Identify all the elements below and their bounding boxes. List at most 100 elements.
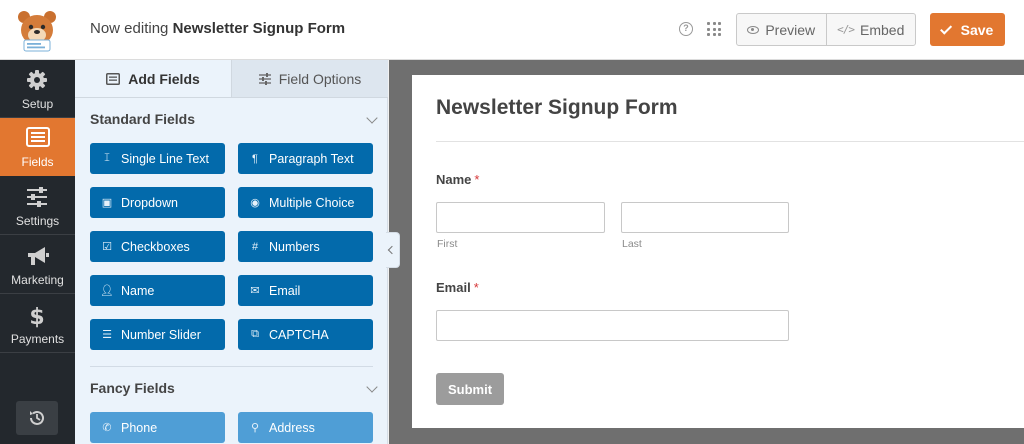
wpforms-bear-logo — [18, 11, 56, 52]
field-label: Email — [269, 283, 301, 298]
field-label: Name — [121, 283, 155, 298]
field-button-email[interactable]: ✉ Email — [238, 275, 373, 306]
nav-item-fields[interactable]: Fields — [0, 118, 75, 176]
nav-item-payments[interactable]: $ Payments — [0, 295, 75, 353]
field-label: Multiple Choice — [269, 195, 355, 210]
nav-item-settings[interactable]: Settings — [0, 177, 75, 235]
field-label: CAPTCHA — [269, 327, 329, 342]
sliders-icon — [27, 187, 47, 207]
captcha-icon: ⧉ — [251, 328, 259, 340]
fields-icon — [26, 127, 50, 147]
first-sublabel: First — [437, 238, 458, 250]
email-input[interactable] — [436, 310, 789, 341]
nav-label-payments: Payments — [10, 332, 65, 346]
field-button-captcha[interactable]: ⧉ CAPTCHA — [238, 319, 373, 350]
fancy-fields-header[interactable]: Fancy Fields — [90, 380, 378, 400]
chevron-down-icon — [366, 381, 378, 393]
submit-button[interactable]: Submit — [436, 373, 504, 405]
editing-prefix: Now editing — [90, 20, 169, 37]
top-bar: Now editing Newsletter Signup Form ? Pre… — [0, 0, 1024, 60]
hash-icon: # — [251, 240, 259, 253]
dropdown-icon: ▣ — [101, 197, 113, 209]
field-button-address[interactable]: ⚲ Address — [238, 412, 373, 443]
checkbox-icon: ☑ — [102, 241, 112, 253]
grid-icon[interactable] — [707, 22, 721, 36]
chevron-down-icon — [366, 112, 378, 124]
editing-form-name: Newsletter Signup Form — [172, 20, 346, 37]
left-nav: Setup Fields Settings Marketing $ Paymen… — [0, 60, 75, 444]
submit-label: Submit — [447, 381, 493, 397]
field-label: Paragraph Text — [269, 151, 354, 166]
field-label: Checkboxes — [121, 239, 190, 254]
sliders-icon — [258, 72, 271, 85]
tab-add-fields-label: Add Fields — [128, 70, 200, 87]
standard-fields-header[interactable]: Standard Fields — [90, 111, 378, 131]
text-cursor-icon: 𝙸 — [103, 152, 111, 164]
field-button-dropdown[interactable]: ▣ Dropdown — [90, 187, 225, 218]
last-name-input[interactable] — [621, 202, 789, 233]
preview-label: Preview — [765, 21, 816, 38]
required-mark: * — [474, 172, 480, 187]
list-icon — [106, 72, 121, 85]
field-label: Address — [269, 420, 315, 435]
code-icon: </> — [837, 23, 855, 36]
field-label: Number Slider — [121, 327, 201, 342]
field-button-number-slider[interactable]: ☰ Number Slider — [90, 319, 225, 350]
phone-icon: ✆ — [102, 422, 112, 434]
section-divider — [90, 366, 373, 367]
name-field-label[interactable]: Name * — [436, 172, 479, 187]
save-button[interactable]: Save — [930, 13, 1005, 46]
nav-label-fields: Fields — [21, 155, 54, 169]
field-button-single-line-text[interactable]: 𝙸 Single Line Text — [90, 143, 225, 174]
first-name-input[interactable] — [436, 202, 605, 233]
form-title-divider — [436, 141, 1024, 142]
tab-add-fields[interactable]: Add Fields — [75, 60, 231, 98]
field-button-phone[interactable]: ✆ Phone — [90, 412, 225, 443]
embed-button[interactable]: </> Embed — [825, 14, 916, 45]
nav-label-settings: Settings — [15, 214, 60, 228]
field-label: Phone — [121, 420, 158, 435]
field-button-paragraph-text[interactable]: ¶ Paragraph Text — [238, 143, 373, 174]
user-icon: 👤︎ — [100, 285, 114, 297]
gear-icon — [27, 70, 47, 90]
tab-field-options-label: Field Options — [278, 70, 362, 87]
nav-item-setup[interactable]: Setup — [0, 60, 75, 118]
field-button-checkboxes[interactable]: ☑ Checkboxes — [90, 231, 225, 262]
panel-tabs: Add Fields Field Options — [75, 60, 388, 98]
help-icon[interactable]: ? — [679, 22, 693, 36]
field-button-multiple-choice[interactable]: ◉ Multiple Choice — [238, 187, 373, 218]
embed-label: Embed — [860, 21, 905, 38]
standard-fields-title: Standard Fields — [90, 111, 196, 127]
tab-field-options[interactable]: Field Options — [231, 60, 388, 98]
chevron-left-icon — [387, 245, 397, 255]
paragraph-icon: ¶ — [252, 152, 258, 165]
field-label: Numbers — [269, 239, 320, 254]
field-button-name[interactable]: 👤︎ Name — [90, 275, 225, 306]
svg-text:$: $ — [29, 305, 44, 328]
field-label: Single Line Text — [121, 151, 210, 166]
field-label: Dropdown — [121, 195, 178, 210]
collapse-panel-toggle[interactable] — [386, 232, 400, 268]
nav-item-marketing[interactable]: Marketing — [0, 236, 75, 294]
eye-icon — [747, 25, 760, 34]
email-field-label[interactable]: Email * — [436, 280, 479, 295]
envelope-icon: ✉ — [250, 285, 260, 297]
fields-panel: Add Fields Field Options Standard Fields… — [75, 60, 388, 444]
preview-button[interactable]: Preview — [737, 14, 826, 45]
save-label: Save — [960, 21, 994, 38]
preview-embed-group: Preview </> Embed — [736, 13, 916, 46]
last-sublabel: Last — [622, 238, 642, 250]
radio-icon: ◉ — [250, 197, 260, 209]
map-pin-icon: ⚲ — [250, 422, 260, 434]
form-title: Newsletter Signup Form — [436, 96, 678, 119]
editing-title: Now editing Newsletter Signup Form — [90, 20, 345, 37]
sliders-icon: ☰ — [102, 329, 112, 341]
history-icon — [30, 410, 44, 425]
required-mark: * — [473, 280, 479, 295]
revisions-button[interactable] — [16, 401, 58, 435]
nav-label-marketing: Marketing — [11, 273, 64, 287]
field-button-numbers[interactable]: # Numbers — [238, 231, 373, 262]
nav-label-setup: Setup — [21, 97, 54, 111]
fancy-fields-title: Fancy Fields — [90, 380, 175, 396]
check-icon — [939, 22, 952, 35]
